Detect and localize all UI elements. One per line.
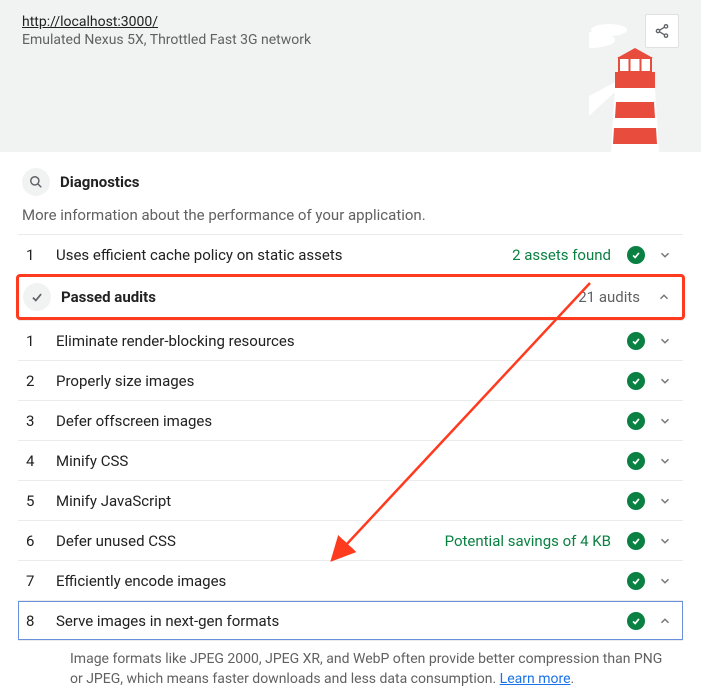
audit-row[interactable]: 6 Defer unused CSS Potential savings of 4 …	[18, 520, 683, 560]
passed-audits-count: 21 audits	[578, 288, 640, 306]
row-label: Minify CSS	[56, 452, 617, 470]
audit-row[interactable]: 7 Efficiently encode images	[18, 560, 683, 600]
chevron-down-icon[interactable]	[655, 248, 675, 262]
chevron-down-icon[interactable]	[655, 334, 675, 348]
row-index: 3	[22, 412, 46, 430]
row-index: 1	[22, 246, 46, 264]
check-icon	[627, 612, 645, 630]
row-index: 8	[22, 612, 46, 630]
report-body: Diagnostics More information about the p…	[0, 152, 701, 700]
audit-row[interactable]: 1 Eliminate render-blocking resources	[18, 320, 683, 360]
row-index: 6	[22, 532, 46, 550]
row-label: Eliminate render-blocking resources	[56, 332, 617, 350]
audit-row[interactable]: 3 Defer offscreen images	[18, 400, 683, 440]
check-icon	[627, 246, 645, 264]
diagnostics-section-header: Diagnostics	[18, 164, 683, 202]
row-label: Defer unused CSS	[56, 532, 435, 550]
check-icon	[30, 290, 44, 304]
report-url[interactable]: http://localhost:3000/	[22, 14, 683, 30]
diagnostics-description: More information about the performance o…	[18, 202, 683, 234]
report-conditions: Emulated Nexus 5X, Throttled Fast 3G net…	[22, 32, 683, 48]
chevron-up-icon[interactable]	[654, 290, 674, 304]
chevron-down-icon[interactable]	[655, 414, 675, 428]
check-icon	[627, 492, 645, 510]
learn-more-link[interactable]: Learn more	[500, 671, 571, 687]
passed-audits-title: Passed audits	[61, 288, 568, 306]
row-label: Minify JavaScript	[56, 492, 617, 510]
passed-audits-header[interactable]: Passed audits 21 audits	[16, 274, 685, 320]
passed-audits-list: 1 Eliminate render-blocking resources 2 Pro…	[18, 320, 683, 640]
check-icon	[627, 412, 645, 430]
chevron-down-icon[interactable]	[655, 454, 675, 468]
row-index: 5	[22, 492, 46, 510]
audit-row[interactable]: 8 Serve images in next-gen formats	[18, 600, 683, 640]
chevron-down-icon[interactable]	[655, 374, 675, 388]
audit-row[interactable]: 2 Properly size images	[18, 360, 683, 400]
row-label: Defer offscreen images	[56, 412, 617, 430]
check-icon	[627, 332, 645, 350]
audit-detail: Image formats like JPEG 2000, JPEG XR, a…	[18, 640, 683, 700]
chevron-down-icon[interactable]	[655, 494, 675, 508]
row-label: Efficiently encode images	[56, 572, 617, 590]
audit-detail-text: Image formats like JPEG 2000, JPEG XR, a…	[70, 651, 662, 687]
row-index: 1	[22, 332, 46, 350]
row-label: Serve images in next-gen formats	[56, 612, 617, 630]
chevron-down-icon[interactable]	[655, 534, 675, 548]
row-index: 7	[22, 572, 46, 590]
diagnostics-icon-wrap	[22, 168, 50, 196]
report-header: http://localhost:3000/ Emulated Nexus 5X…	[0, 0, 701, 152]
passed-icon-wrap	[23, 283, 51, 311]
check-icon	[627, 532, 645, 550]
row-index: 2	[22, 372, 46, 390]
row-label: Properly size images	[56, 372, 617, 390]
check-icon	[627, 452, 645, 470]
row-label: Uses efficient cache policy on static as…	[56, 246, 502, 264]
diagnostics-title: Diagnostics	[60, 173, 139, 191]
search-icon	[29, 175, 43, 189]
audit-row[interactable]: 5 Minify JavaScript	[18, 480, 683, 520]
check-icon	[627, 372, 645, 390]
row-extra: Potential savings of 4 KB	[445, 532, 611, 550]
chevron-down-icon[interactable]	[655, 574, 675, 588]
diagnostic-row[interactable]: 1 Uses efficient cache policy on static …	[18, 234, 683, 274]
row-index: 4	[22, 452, 46, 470]
chevron-up-icon[interactable]	[655, 614, 675, 628]
row-extra: 2 assets found	[512, 246, 611, 264]
check-icon	[627, 572, 645, 590]
lighthouse-illustration	[589, 24, 679, 152]
audit-row[interactable]: 4 Minify CSS	[18, 440, 683, 480]
